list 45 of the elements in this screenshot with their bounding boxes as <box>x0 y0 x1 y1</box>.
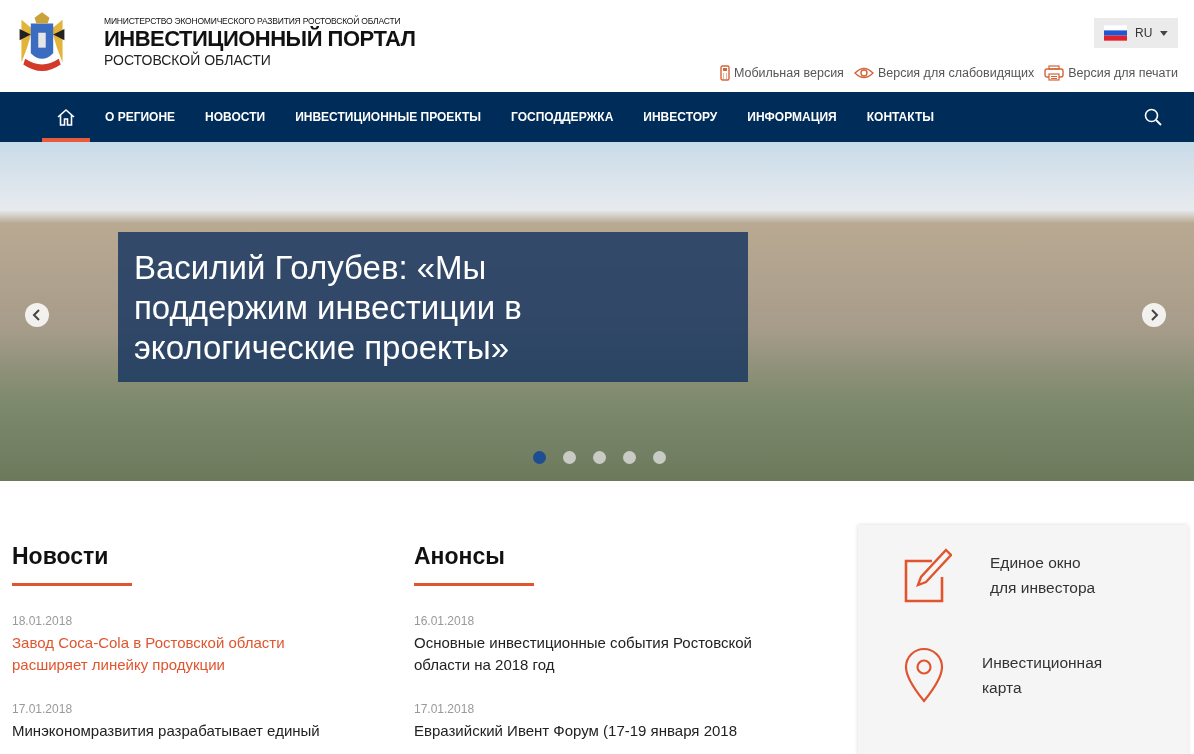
caret-icon <box>1160 30 1168 36</box>
news-date: 17.01.2018 <box>12 702 74 716</box>
nav-tab[interactable]: НОВОСТИ <box>190 92 281 142</box>
news-date: 16.01.2018 <box>414 614 476 628</box>
pencil-on-paper-icon <box>904 547 952 603</box>
nav-tab[interactable]: КОНТАКТЫ <box>851 92 949 142</box>
search-icon[interactable] <box>1144 108 1162 126</box>
previous-slide-button[interactable] <box>25 303 49 327</box>
news-date: 18.01.2018 <box>12 614 74 628</box>
ministry-name: МИНИСТЕРСТВО ЭКОНОМИЧЕСКОГО РАЗВИТИЯ РОСТОВСКОЙ ОБЛАСТИ <box>104 16 402 26</box>
slide-dot[interactable] <box>533 451 546 464</box>
portal-subtitle: РОСТОВСКОЙ ОБЛАСТИ <box>104 52 271 68</box>
news-link[interactable]: Евразийский Ивент Форум (17-19 января 2018 <box>414 720 759 742</box>
news-date: 17.01.2018 <box>414 702 476 716</box>
version-link[interactable]: Мобильная версия <box>719 65 844 81</box>
section-heading: Новости <box>12 542 110 571</box>
map-pin-icon <box>904 647 944 703</box>
nav-tab[interactable]: ИНВЕСТОРУ <box>628 92 733 142</box>
slide-dot[interactable] <box>593 451 606 464</box>
slide-dot[interactable] <box>563 451 576 464</box>
section-heading: Анонсы <box>414 542 506 571</box>
portal-title: ИНВЕСТИЦИОННЫЙ ПОРТАЛ <box>104 26 416 52</box>
russian-flag-icon <box>1104 25 1127 41</box>
slide-caption: Василий Голубев: «Мы поддержим инвестиции в экологические проекты» <box>118 232 748 382</box>
version-link[interactable]: Версия для слабовидящих <box>853 65 1035 81</box>
slide-dot[interactable] <box>653 451 666 464</box>
version-link[interactable]: Версия для печати <box>1044 65 1178 81</box>
news-link[interactable]: Минэкономразвития разрабатывает единый <box>12 720 357 742</box>
chevron-right-icon <box>1149 309 1159 321</box>
language-selector[interactable]: RU <box>1094 18 1178 48</box>
nav-tab[interactable]: ИНВЕСТИЦИОННЫЕ ПРОЕКТЫ <box>280 92 497 142</box>
slide-dot[interactable] <box>623 451 636 464</box>
nav-tab[interactable]: ГОСПОДДЕРЖКА <box>496 92 629 142</box>
service-link[interactable]: Единое окно для инвестора <box>904 547 1188 603</box>
next-slide-button[interactable] <box>1142 303 1166 327</box>
printer-icon <box>1044 65 1065 81</box>
nav-tab[interactable]: О РЕГИОНЕ <box>90 92 191 142</box>
home-icon <box>56 108 76 126</box>
news-link[interactable]: Завод Coca-Cola в Ростовской области расширяет линейку продукции <box>12 632 357 676</box>
news-link[interactable]: Основные инвестиционные события Ростовской области на 2018 год <box>414 632 759 676</box>
phone-icon <box>719 65 730 81</box>
chevron-left-icon <box>32 309 42 321</box>
service-link[interactable]: Инвестиционная карта <box>904 647 1188 703</box>
nav-tab[interactable]: ИНФОРМАЦИЯ <box>732 92 852 142</box>
eye-icon <box>853 67 874 79</box>
